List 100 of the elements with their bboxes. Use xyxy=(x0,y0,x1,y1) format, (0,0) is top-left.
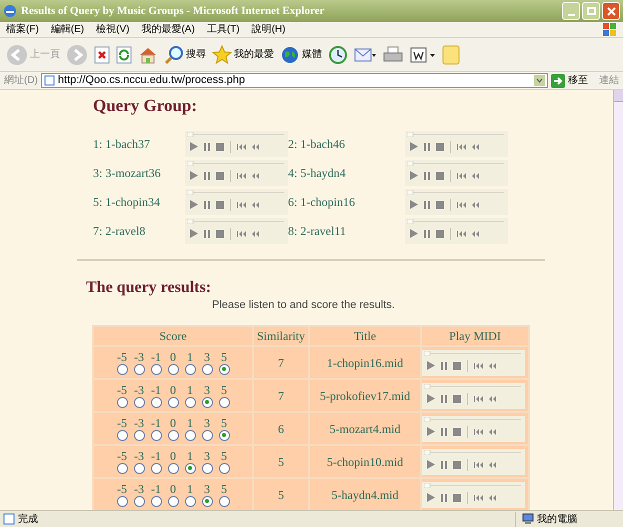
score-radio[interactable] xyxy=(116,364,128,374)
seek-thumb[interactable] xyxy=(424,482,430,488)
clock-icon[interactable] xyxy=(328,44,348,64)
skip-back-icon[interactable] xyxy=(474,462,483,468)
score-radio[interactable] xyxy=(202,364,212,374)
play-icon[interactable] xyxy=(410,142,418,151)
skip-back-icon[interactable] xyxy=(474,428,483,434)
score-radio[interactable] xyxy=(184,430,196,440)
media-player[interactable] xyxy=(422,382,525,408)
document-icon[interactable] xyxy=(410,46,436,64)
rewind-icon[interactable] xyxy=(489,362,496,368)
media-player[interactable] xyxy=(405,218,508,244)
skip-back-icon[interactable] xyxy=(237,202,246,208)
rewind-icon[interactable] xyxy=(472,202,479,208)
stop-icon[interactable] xyxy=(216,200,224,208)
score-radio[interactable] xyxy=(218,364,230,374)
stop-icon[interactable] xyxy=(453,494,461,502)
score-radio[interactable] xyxy=(184,364,196,374)
score-radio[interactable] xyxy=(168,396,178,408)
skip-back-icon[interactable] xyxy=(474,362,483,368)
seek-thumb[interactable] xyxy=(407,218,414,224)
pause-icon[interactable] xyxy=(424,142,430,150)
media-player[interactable] xyxy=(422,448,525,474)
stop-icon[interactable] xyxy=(436,172,444,180)
toolbar-label[interactable]: 搜尋 xyxy=(186,47,206,62)
score-radio[interactable] xyxy=(218,430,230,440)
rewind-icon[interactable] xyxy=(489,396,496,402)
skip-back-icon[interactable] xyxy=(237,230,246,236)
toolbar-label[interactable]: 我的最愛 xyxy=(234,47,274,62)
score-radio[interactable] xyxy=(184,462,196,474)
score-radio[interactable] xyxy=(134,430,144,440)
stop-icon[interactable] xyxy=(216,142,224,150)
play-icon[interactable] xyxy=(410,200,418,209)
pause-icon[interactable] xyxy=(441,394,447,402)
go-label[interactable]: 移至 xyxy=(568,73,588,88)
stop-icon[interactable] xyxy=(216,230,224,238)
score-radio[interactable] xyxy=(134,496,144,506)
play-icon[interactable] xyxy=(427,394,435,403)
pause-icon[interactable] xyxy=(441,428,447,436)
rewind-icon[interactable] xyxy=(252,230,259,236)
stop-icon[interactable] xyxy=(453,460,461,468)
pause-icon[interactable] xyxy=(424,200,430,208)
rewind-icon[interactable] xyxy=(252,172,259,178)
stop-icon[interactable] xyxy=(436,230,444,238)
pause-icon[interactable] xyxy=(441,460,447,468)
media-player[interactable] xyxy=(405,160,508,186)
toolbar-label[interactable]: 媒體 xyxy=(302,47,322,62)
menu-item[interactable]: 說明(H) xyxy=(246,22,292,37)
dropdown-icon[interactable] xyxy=(534,75,545,86)
skip-back-icon[interactable] xyxy=(237,172,246,178)
score-radio[interactable] xyxy=(150,364,162,374)
seek-thumb[interactable] xyxy=(187,218,194,224)
seek-thumb[interactable] xyxy=(424,350,430,356)
seek-thumb[interactable] xyxy=(187,132,194,136)
score-radio[interactable] xyxy=(218,496,230,506)
skip-back-icon[interactable] xyxy=(457,172,466,178)
skip-back-icon[interactable] xyxy=(457,202,466,208)
rewind-icon[interactable] xyxy=(489,494,496,500)
media-player[interactable] xyxy=(185,218,288,244)
rewind-icon[interactable] xyxy=(472,230,479,236)
pause-icon[interactable] xyxy=(441,362,447,370)
pause-icon[interactable] xyxy=(204,200,210,208)
rewind-icon[interactable] xyxy=(252,202,259,208)
score-radio[interactable] xyxy=(116,396,128,408)
skip-back-icon[interactable] xyxy=(457,230,466,236)
pause-icon[interactable] xyxy=(424,172,430,180)
score-radio[interactable] xyxy=(150,496,162,506)
media-player[interactable] xyxy=(185,160,288,186)
media-player[interactable] xyxy=(405,130,508,156)
media-player[interactable] xyxy=(422,416,525,442)
score-radio[interactable] xyxy=(184,496,196,506)
stop-icon[interactable] xyxy=(453,428,461,436)
pause-icon[interactable] xyxy=(441,494,447,502)
score-radio[interactable] xyxy=(184,396,196,408)
play-icon[interactable] xyxy=(410,171,418,180)
play-icon[interactable] xyxy=(410,229,418,238)
score-radio[interactable] xyxy=(218,396,230,408)
note-icon[interactable] xyxy=(442,44,460,64)
refresh-icon[interactable] xyxy=(116,46,132,64)
menu-item[interactable]: 檔案(F) xyxy=(0,22,45,37)
skip-back-icon[interactable] xyxy=(237,144,246,150)
score-radio[interactable] xyxy=(202,430,212,440)
rewind-icon[interactable] xyxy=(472,172,479,178)
play-icon[interactable] xyxy=(190,171,198,180)
play-icon[interactable] xyxy=(427,427,435,436)
score-radio[interactable] xyxy=(168,462,178,474)
score-radio[interactable] xyxy=(134,462,144,474)
media-player[interactable] xyxy=(422,482,525,508)
score-radio[interactable] xyxy=(202,462,212,474)
score-radio[interactable] xyxy=(150,462,162,474)
seek-thumb[interactable] xyxy=(407,132,414,136)
printer-icon[interactable] xyxy=(382,46,404,64)
score-radio[interactable] xyxy=(168,364,178,374)
skip-back-icon[interactable] xyxy=(474,396,483,402)
score-radio[interactable] xyxy=(168,430,178,440)
score-radio[interactable] xyxy=(116,462,128,474)
menu-item[interactable]: 編輯(E) xyxy=(44,22,90,37)
score-radio[interactable] xyxy=(116,496,128,506)
score-radio[interactable] xyxy=(116,430,128,440)
play-icon[interactable] xyxy=(427,460,435,469)
